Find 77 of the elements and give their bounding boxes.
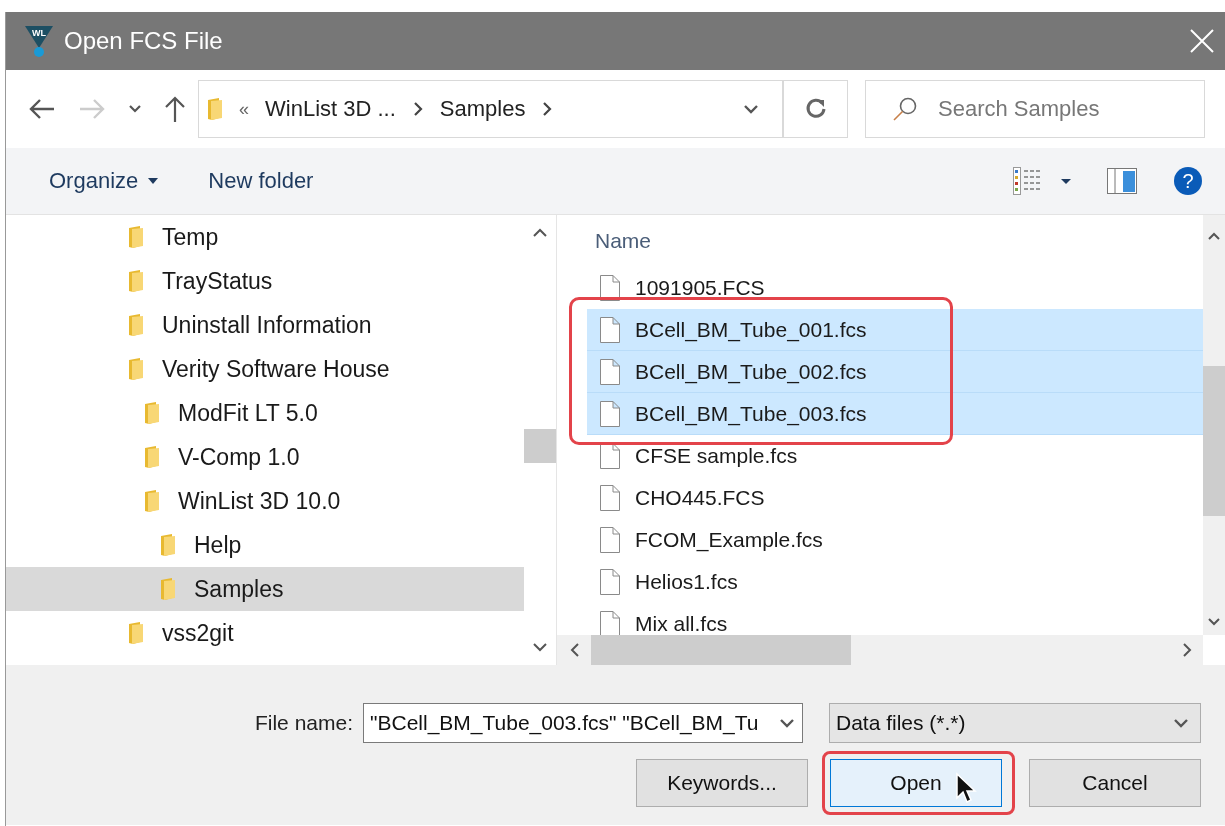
new-folder-button[interactable]: New folder	[203, 164, 319, 198]
scroll-up-icon[interactable]	[532, 227, 548, 239]
breadcrumb-item[interactable]: Samples	[439, 96, 526, 122]
folder-icon	[160, 533, 176, 557]
file-icon	[599, 357, 621, 386]
view-options-icon[interactable]	[1013, 167, 1071, 195]
dialog-button[interactable]: Cancel	[1029, 759, 1201, 807]
file-row[interactable]: 1091905.FCS	[587, 267, 1203, 309]
scroll-down-icon[interactable]	[532, 641, 548, 653]
file-name-field[interactable]: "BCell_BM_Tube_003.fcs" "BCell_BM_Tu	[363, 703, 803, 743]
file-icon	[599, 315, 621, 344]
folder-tree-item[interactable]: ModFit LT 5.0	[6, 391, 524, 435]
folder-icon	[144, 489, 160, 513]
file-row[interactable]: BCell_BM_Tube_001.fcs	[587, 309, 1203, 351]
name-column-header[interactable]: Name	[557, 215, 1203, 267]
close-icon[interactable]	[1189, 28, 1215, 54]
folder-icon	[207, 97, 223, 121]
caret-icon	[148, 178, 159, 184]
folder-tree-item[interactable]: TrayStatus	[6, 259, 524, 303]
breadcrumb-item[interactable]: WinList 3D ...	[265, 96, 396, 122]
folder-icon	[128, 225, 144, 249]
preview-pane-icon[interactable]	[1107, 168, 1137, 194]
chevron-right-icon[interactable]	[411, 101, 424, 117]
scroll-down-icon[interactable]	[1207, 617, 1221, 627]
dialog-button[interactable]: Open	[830, 759, 1002, 807]
help-icon[interactable]: ?	[1173, 166, 1203, 196]
scrollbar-thumb[interactable]	[1203, 366, 1225, 516]
chevron-right-icon[interactable]	[541, 101, 554, 117]
file-row[interactable]: Helios1.fcs	[587, 561, 1203, 603]
folder-tree-item[interactable]: Help	[6, 523, 524, 567]
file-row[interactable]: CFSE sample.fcs	[587, 435, 1203, 477]
file-icon	[599, 525, 621, 554]
file-row[interactable]: FCOM_Example.fcs	[587, 519, 1203, 561]
folder-icon	[144, 445, 160, 469]
scroll-left-icon[interactable]	[569, 642, 581, 658]
search-icon	[892, 96, 918, 122]
back-arrow-icon[interactable]	[28, 98, 56, 120]
file-type-dropdown[interactable]: Data files (*.*)	[829, 703, 1201, 743]
folder-icon	[128, 357, 144, 381]
file-row[interactable]: BCell_BM_Tube_002.fcs	[587, 351, 1203, 393]
dialog-button[interactable]: Keywords...	[636, 759, 808, 807]
folder-tree-item[interactable]: V-Comp 1.0	[6, 435, 524, 479]
file-icon	[599, 567, 621, 596]
folder-tree-item[interactable]: Temp	[6, 215, 524, 259]
folder-tree-item[interactable]: vss2git	[6, 611, 524, 655]
scrollbar-thumb[interactable]	[591, 635, 851, 665]
scroll-up-icon[interactable]	[1207, 231, 1221, 241]
history-caret-icon[interactable]	[128, 104, 142, 114]
search-field[interactable]: Search Samples	[865, 80, 1205, 138]
file-icon	[599, 609, 621, 635]
scrollbar-thumb[interactable]	[524, 429, 556, 463]
organize-button[interactable]: Organize	[44, 164, 164, 198]
up-arrow-icon[interactable]	[164, 95, 186, 123]
folder-tree-item[interactable]: WinList 3D 10.0	[6, 479, 524, 523]
mouse-pointer-icon	[955, 772, 977, 804]
file-row[interactable]: BCell_BM_Tube_003.fcs	[587, 393, 1203, 435]
chevron-down-icon[interactable]	[1172, 717, 1190, 729]
folder-icon	[128, 621, 144, 645]
address-bar[interactable]: « WinList 3D ... Samples	[198, 80, 784, 138]
chevron-down-icon[interactable]	[778, 717, 796, 729]
file-row[interactable]: Mix all.fcs	[587, 603, 1203, 635]
file-icon	[599, 399, 621, 428]
file-name-label: File name:	[254, 711, 353, 735]
window-title: Open FCS File	[64, 27, 224, 55]
folder-tree-item[interactable]: Samples	[6, 567, 524, 611]
folder-icon	[160, 577, 176, 601]
folder-icon	[128, 313, 144, 337]
scroll-right-icon[interactable]	[1181, 642, 1193, 658]
folder-icon	[144, 401, 160, 425]
file-row[interactable]: CHO445.FCS	[587, 477, 1203, 519]
folder-tree-item[interactable]: Verity Software House	[6, 347, 524, 391]
overflow-chevrons[interactable]: «	[239, 98, 249, 120]
chevron-down-icon[interactable]	[742, 103, 760, 115]
search-placeholder: Search Samples	[938, 96, 1100, 122]
folder-icon	[128, 269, 144, 293]
folder-tree-item[interactable]: Uninstall Information	[6, 303, 524, 347]
file-icon	[599, 483, 621, 512]
